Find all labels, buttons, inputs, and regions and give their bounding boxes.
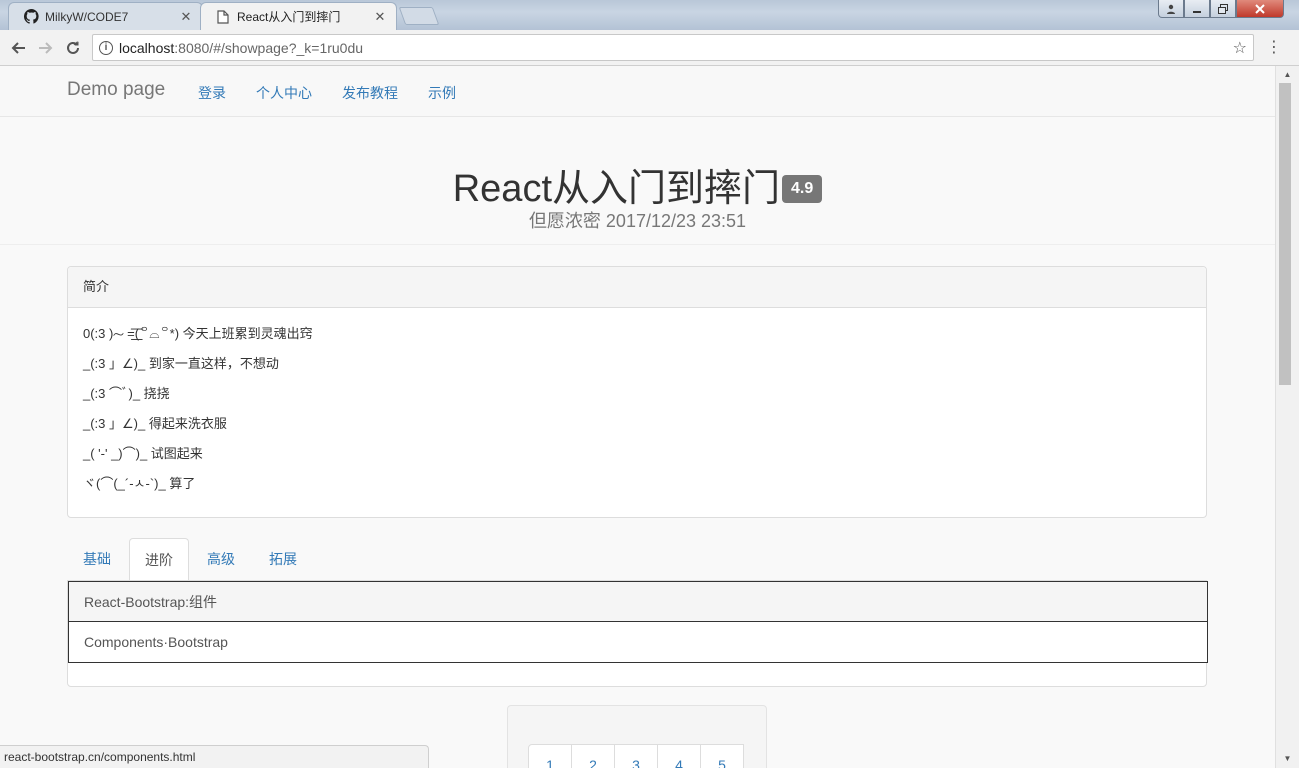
minimize-icon[interactable]: [1184, 0, 1210, 18]
menu-dots-icon[interactable]: ⋮: [1266, 38, 1282, 58]
forward-arrow-icon[interactable]: [36, 38, 56, 58]
browser-toolbar: i localhost:8080/#/showpage?_k=1ru0du ☆ …: [0, 30, 1299, 66]
page-icon: [215, 9, 231, 25]
tab-advanced[interactable]: 进阶: [129, 538, 189, 581]
tab-expert[interactable]: 高级: [191, 538, 251, 581]
page-header: React从入门到摔门 4.9 但愿浓密 2017/12/23 23:51: [0, 117, 1275, 245]
page-button-2[interactable]: 2: [571, 744, 615, 768]
status-bar: react-bootstrap.cn/components.html: [0, 745, 429, 768]
close-icon[interactable]: ✕: [372, 9, 388, 25]
github-icon: [23, 9, 39, 25]
resource-list: React-Bootstrap:组件 Components·Bootstrap: [68, 581, 1208, 663]
page-viewport: Demo page 登录 个人中心 发布教程 示例 React从入门到摔门 4.9…: [0, 66, 1275, 768]
intro-line: _(:3 ⌒ﾞ)_ 挠挠: [83, 386, 170, 401]
user-icon[interactable]: [1158, 0, 1184, 18]
page-subtitle: 但愿浓密 2017/12/23 23:51: [528, 211, 747, 231]
close-icon[interactable]: ✕: [178, 9, 194, 25]
page-title: React从入门到摔门 4.9: [0, 157, 1275, 212]
nav-link-profile[interactable]: 个人中心: [256, 83, 312, 103]
close-window-icon[interactable]: [1236, 0, 1284, 18]
browser-tab-react[interactable]: React从入门到摔门 ✕: [200, 2, 397, 30]
intro-panel-heading: 简介: [68, 267, 1206, 308]
page-title-text: React从入门到摔门: [452, 168, 781, 210]
browser-tab-title: React从入门到摔门: [237, 10, 341, 24]
intro-line: _(:3 」∠)_ 到家一直这样，不想动: [83, 356, 279, 371]
intro-panel: 简介 0(:3 )～ =͟͟͞͞(꒪⌓꒪*) 今天上班累到灵魂出窍 _(:3 」…: [67, 266, 1207, 518]
address-bar[interactable]: i localhost:8080/#/showpage?_k=1ru0du ☆: [92, 34, 1254, 61]
scrollbar-thumb[interactable]: [1279, 83, 1291, 385]
info-icon[interactable]: i: [99, 40, 113, 55]
intro-line: _(:3 」∠)_ 得起来洗衣服: [83, 416, 227, 431]
navbar-brand[interactable]: Demo page: [67, 79, 165, 101]
intro-line: ヾ(⌒(_´-ㅅ-`)_ 算了: [83, 476, 196, 491]
tab-extension[interactable]: 拓展: [253, 538, 313, 581]
url-host: localhost: [119, 39, 175, 56]
browser-tab-title: MilkyW/CODE7: [45, 9, 129, 24]
rating-badge: 4.9: [782, 174, 823, 203]
tab-pane: React-Bootstrap:组件 Components·Bootstrap: [67, 580, 1208, 687]
browser-titlebar: MilkyW/CODE7 ✕ React从入门到摔门 ✕: [0, 0, 1299, 30]
new-tab-button[interactable]: [398, 7, 440, 25]
nav-link-login[interactable]: 登录: [198, 83, 226, 103]
browser-tab-github[interactable]: MilkyW/CODE7 ✕: [8, 2, 203, 30]
intro-line: 0(:3 )～ =͟͟͞͞(꒪⌓꒪*) 今天上班累到灵魂出窍: [83, 326, 313, 341]
page-scrollbar[interactable]: ▲ ▼: [1275, 66, 1299, 768]
page-button-1[interactable]: 1: [528, 744, 572, 768]
scroll-up-icon[interactable]: ▲: [1276, 68, 1299, 82]
page-button-5[interactable]: 5: [700, 744, 744, 768]
nav-link-examples[interactable]: 示例: [428, 83, 456, 103]
pagination-well: 1 2 3 4 5: [507, 705, 767, 768]
pagination: 1 2 3 4 5: [528, 744, 744, 768]
restore-icon[interactable]: [1210, 0, 1236, 18]
url-path: :8080/#/showpage?_k=1ru0du: [174, 39, 364, 56]
level-tabs: 基础 进阶 高级 拓展: [67, 538, 1207, 581]
main-content: 简介 0(:3 )～ =͟͟͞͞(꒪⌓꒪*) 今天上班累到灵魂出窍 _(:3 」…: [0, 245, 1275, 768]
window-controls: [1158, 0, 1284, 19]
page-button-3[interactable]: 3: [614, 744, 658, 768]
page-button-4[interactable]: 4: [657, 744, 701, 768]
nav-link-publish[interactable]: 发布教程: [342, 83, 398, 103]
back-arrow-icon[interactable]: [8, 38, 28, 58]
list-item-link[interactable]: Components·Bootstrap: [68, 622, 1208, 663]
list-item-heading: React-Bootstrap:组件: [68, 581, 1208, 622]
site-navbar: Demo page 登录 个人中心 发布教程 示例: [0, 66, 1275, 117]
tab-basic[interactable]: 基础: [67, 538, 127, 581]
scroll-down-icon[interactable]: ▼: [1276, 752, 1299, 766]
reload-icon[interactable]: [63, 38, 83, 58]
bookmark-star-icon[interactable]: ☆: [1233, 38, 1247, 58]
intro-panel-body: 0(:3 )～ =͟͟͞͞(꒪⌓꒪*) 今天上班累到灵魂出窍 _(:3 」∠)_…: [68, 308, 1206, 493]
intro-line: _( '-' _)⌒)_ 试图起来: [83, 446, 203, 461]
